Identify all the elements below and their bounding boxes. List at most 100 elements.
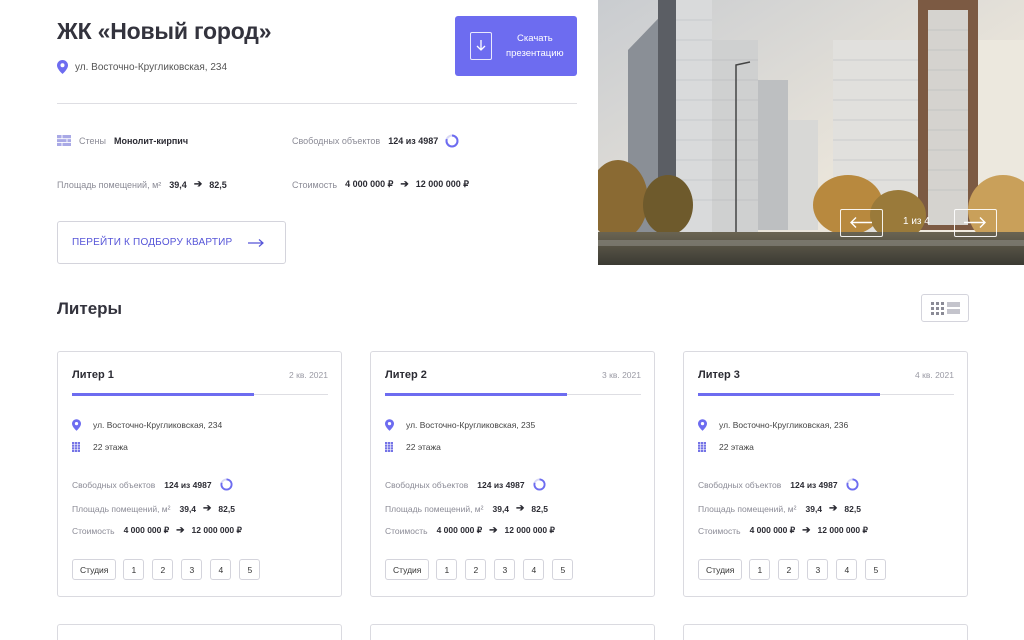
arrow-right-icon (964, 217, 986, 228)
liter-card-peek (57, 624, 342, 640)
free-objects-fact: Свободных объектов 124 из 4987 (292, 134, 459, 148)
liter-address-row: ул. Восточно-Кругликовская, 234 (72, 419, 222, 431)
liter-free-row: Свободных объектов 124 из 4987 (698, 478, 859, 491)
liter-date: 4 кв. 2021 (915, 370, 954, 380)
room-filter-2[interactable]: 2 (778, 559, 800, 580)
room-filter-5[interactable]: 5 (239, 559, 261, 580)
building-icon (385, 442, 393, 452)
liter-card-peek (683, 624, 968, 640)
building-icon (698, 442, 706, 452)
arrow-right-icon: ➔ (802, 525, 811, 536)
room-filter: Студия 1 2 3 4 5 (72, 559, 268, 580)
liter-floors-row: 22 этажа (72, 442, 128, 452)
liter-card[interactable]: Литер 3 4 кв. 2021 ул. Восточно-Круглико… (683, 351, 968, 597)
liter-price-max: 12 000 000 ₽ (191, 525, 242, 535)
price-fact: Стоимость 4 000 000 ₽ ➔ 12 000 000 ₽ (292, 179, 469, 190)
download-label-1: Скачать (517, 33, 553, 44)
room-filter-studio[interactable]: Студия (72, 559, 117, 580)
page-title: ЖК «Новый город» (57, 18, 272, 44)
arrow-right-icon: ➔ (400, 179, 409, 190)
liter-floors-row: 22 этажа (385, 442, 441, 452)
liter-date: 3 кв. 2021 (602, 370, 641, 380)
section-title: Литеры (57, 299, 123, 318)
walls-label: Стены (79, 135, 106, 146)
room-filter-4[interactable]: 4 (836, 559, 858, 580)
room-filter-studio[interactable]: Студия (698, 559, 743, 580)
building-icon (72, 442, 80, 452)
price-min: 4 000 000 ₽ (345, 179, 394, 189)
liter-free-row: Свободных объектов 124 из 4987 (72, 478, 233, 491)
room-filter-1[interactable]: 1 (123, 559, 145, 580)
liter-address: ул. Восточно-Кругликовская, 235 (406, 420, 536, 430)
room-filter-2[interactable]: 2 (152, 559, 174, 580)
liter-free-value: 124 из 4987 (164, 479, 212, 490)
liter-price-min: 4 000 000 ₽ (123, 525, 170, 535)
list-view-icon[interactable] (946, 302, 960, 314)
walls-fact: Стены Монолит-кирпич (57, 135, 188, 146)
gallery-prev-button[interactable] (840, 209, 883, 237)
gallery-counter: 1 из 4 (903, 216, 930, 227)
free-objects-value: 124 из 4987 (388, 136, 439, 146)
liter-price-max: 12 000 000 ₽ (504, 525, 555, 535)
arrow-right-icon: ➔ (516, 503, 525, 514)
go-to-apartments-button[interactable]: ПЕРЕЙТИ К ПОДБОРУ КВАРТИР (57, 221, 286, 264)
room-filter-studio[interactable]: Студия (385, 559, 430, 580)
liter-price-row: Стоимость 4 000 000 ₽ ➔ 12 000 000 ₽ (698, 525, 868, 536)
liter-price-min: 4 000 000 ₽ (749, 525, 796, 535)
price-max: 12 000 000 ₽ (415, 179, 469, 189)
gallery-next-button[interactable] (954, 209, 997, 237)
room-filter-1[interactable]: 1 (436, 559, 458, 580)
liter-area-max: 82,5 (218, 503, 235, 514)
room-filter-5[interactable]: 5 (865, 559, 887, 580)
availability-ring-icon (445, 134, 459, 148)
liter-area-label: Площадь помещений, м² (385, 503, 484, 514)
liter-free-label: Свободных объектов (72, 479, 156, 490)
grid-view-icon[interactable] (930, 301, 944, 315)
liter-progress-bar (698, 393, 880, 396)
long-arrow-right-icon (248, 238, 265, 247)
liter-floors: 22 этажа (406, 442, 441, 452)
liter-card[interactable]: Литер 1 2 кв. 2021 ул. Восточно-Круглико… (57, 351, 342, 597)
room-filter-3[interactable]: 3 (181, 559, 203, 580)
room-filter-5[interactable]: 5 (552, 559, 574, 580)
location-pin-icon (72, 419, 81, 431)
liter-name: Литер 1 (72, 369, 114, 381)
liter-price-min: 4 000 000 ₽ (436, 525, 483, 535)
area-max: 82,5 (209, 179, 227, 190)
download-presentation-button[interactable]: Скачать презентацию (455, 16, 577, 76)
liter-area-min: 39,4 (492, 503, 510, 514)
liter-area-row: Площадь помещений, м² 39,4 ➔ 82,5 (698, 503, 861, 514)
liter-card-peek (370, 624, 655, 640)
availability-ring-icon (533, 478, 546, 491)
arrow-right-icon: ➔ (193, 179, 203, 190)
liter-address: ул. Восточно-Кругликовская, 234 (93, 420, 223, 430)
liter-price-label: Стоимость (385, 525, 428, 536)
room-filter: Студия 1 2 3 4 5 (385, 559, 581, 580)
room-filter-1[interactable]: 1 (749, 559, 771, 580)
liter-free-label: Свободных объектов (385, 479, 469, 490)
arrow-right-icon: ➔ (203, 503, 212, 514)
download-file-icon (470, 32, 492, 60)
liter-progress-bar (385, 393, 567, 396)
availability-ring-icon (846, 478, 859, 491)
complex-address-text: ул. Восточно-Кругликовская, 234 (75, 61, 228, 73)
liter-price-max: 12 000 000 ₽ (817, 525, 868, 535)
arrow-right-icon: ➔ (176, 525, 185, 536)
liter-floors: 22 этажа (93, 442, 128, 452)
liter-area-row: Площадь помещений, м² 39,4 ➔ 82,5 (385, 503, 548, 514)
room-filter-3[interactable]: 3 (494, 559, 516, 580)
go-to-apartments-label: ПЕРЕЙТИ К ПОДБОРУ КВАРТИР (72, 237, 233, 248)
room-filter-4[interactable]: 4 (523, 559, 545, 580)
liter-area-label: Площадь помещений, м² (72, 503, 171, 514)
liter-card[interactable]: Литер 2 3 кв. 2021 ул. Восточно-Круглико… (370, 351, 655, 597)
room-filter-2[interactable]: 2 (465, 559, 487, 580)
area-label: Площадь помещений, м² (57, 179, 162, 190)
liter-name: Литер 2 (385, 369, 427, 381)
liter-area-min: 39,4 (805, 503, 823, 514)
liter-price-label: Стоимость (72, 525, 115, 536)
location-pin-icon (385, 419, 394, 431)
liter-address-row: ул. Восточно-Кругликовская, 236 (698, 419, 848, 431)
room-filter-4[interactable]: 4 (210, 559, 232, 580)
walls-value: Монолит-кирпич (113, 135, 189, 146)
room-filter-3[interactable]: 3 (807, 559, 829, 580)
